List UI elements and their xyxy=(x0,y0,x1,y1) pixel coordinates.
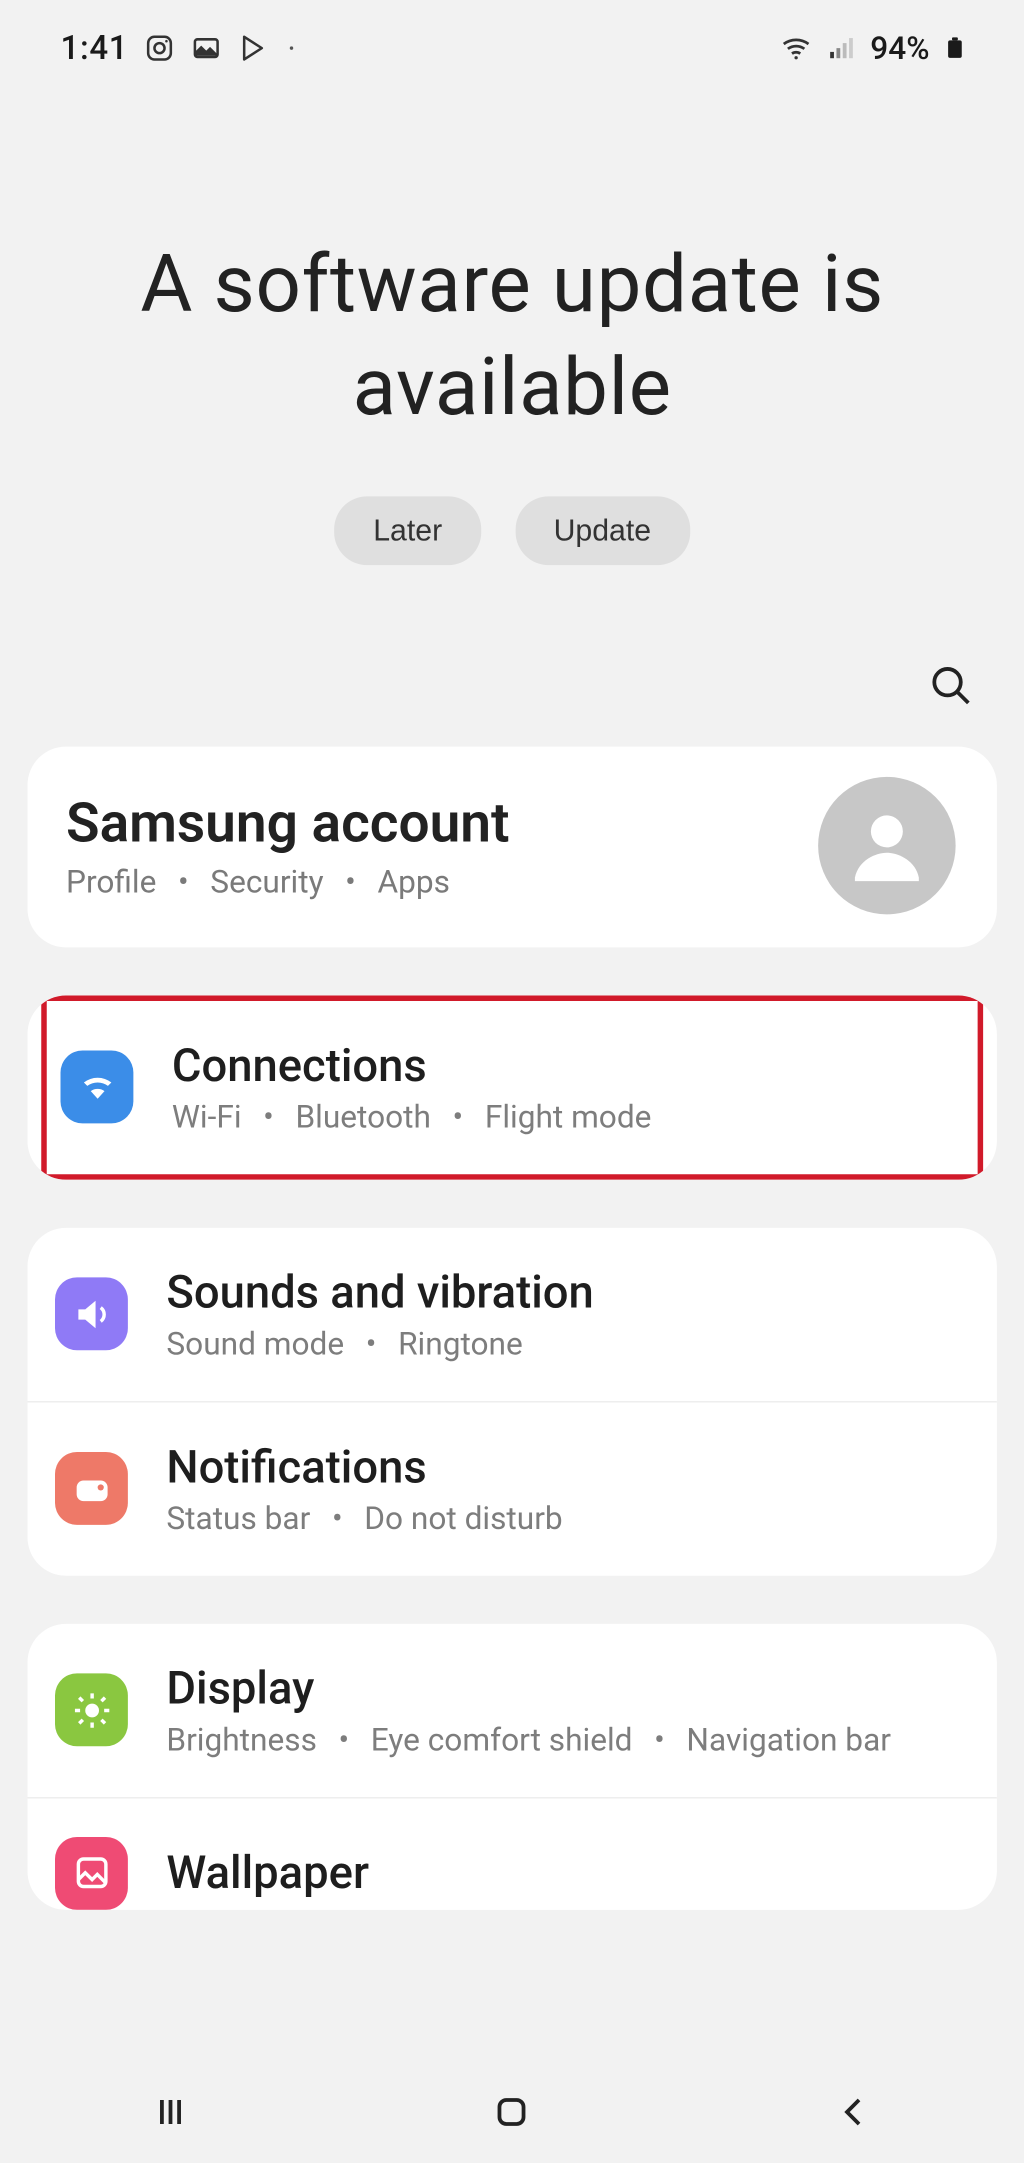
later-button[interactable]: Later xyxy=(335,496,481,565)
account-sub-profile: Profile xyxy=(66,863,156,900)
hero-actions: Later Update xyxy=(28,496,997,565)
nav-recents-icon[interactable] xyxy=(150,2091,191,2138)
sounds-sub-0: Sound mode xyxy=(166,1325,344,1362)
group-sounds-notifications: Sounds and vibration Sound mode • Ringto… xyxy=(28,1228,997,1576)
display-body: Display Brightness • Eye comfort shield … xyxy=(166,1662,969,1758)
row-sounds[interactable]: Sounds and vibration Sound mode • Ringto… xyxy=(28,1228,997,1401)
wallpaper-title: Wallpaper xyxy=(166,1846,969,1900)
hero-title-line1: A software update is xyxy=(140,238,884,332)
gallery-icon xyxy=(191,33,221,63)
account-sub-apps: Apps xyxy=(377,863,449,900)
search-row xyxy=(0,565,1024,712)
account-sub: Profile • Security • Apps xyxy=(66,863,509,900)
status-time: 1:41 xyxy=(61,29,129,68)
notifications-sub-0: Status bar xyxy=(166,1500,310,1537)
connections-sub-0: Wi-Fi xyxy=(172,1098,242,1135)
wallpaper-body: Wallpaper xyxy=(166,1846,969,1900)
status-left: 1:41 xyxy=(61,29,299,68)
display-icon xyxy=(55,1674,128,1747)
navigation-bar xyxy=(0,2067,1024,2163)
notifications-body: Notifications Status bar • Do not distur… xyxy=(166,1441,969,1537)
group-display-wallpaper: Display Brightness • Eye comfort shield … xyxy=(28,1624,997,1910)
sounds-sub: Sound mode • Ringtone xyxy=(166,1325,969,1362)
sounds-title: Sounds and vibration xyxy=(166,1266,969,1320)
connections-sub-2: Flight mode xyxy=(485,1098,652,1135)
row-notifications[interactable]: Notifications Status bar • Do not distur… xyxy=(28,1401,997,1576)
display-sub: Brightness • Eye comfort shield • Naviga… xyxy=(166,1721,969,1758)
display-sub-1: Eye comfort shield xyxy=(371,1721,633,1758)
connections-title: Connections xyxy=(172,1039,964,1093)
settings-screen: 1:41 94% xyxy=(0,0,1024,2163)
display-sub-2: Navigation bar xyxy=(686,1721,891,1758)
hero-title: A software update is available xyxy=(28,234,997,441)
nav-back-icon[interactable] xyxy=(833,2091,874,2138)
wifi-setting-icon xyxy=(61,1051,134,1124)
sounds-sub-1: Ringtone xyxy=(398,1325,523,1362)
notifications-sub-1: Do not disturb xyxy=(364,1500,562,1537)
notifications-title: Notifications xyxy=(166,1441,969,1495)
playstore-icon xyxy=(238,33,268,63)
battery-percent: 94% xyxy=(870,30,929,67)
more-icon xyxy=(285,41,299,55)
group-connections: Connections Wi-Fi • Bluetooth • Flight m… xyxy=(28,995,997,1179)
signal-icon xyxy=(826,33,856,63)
status-right: 94% xyxy=(779,30,966,67)
status-bar: 1:41 94% xyxy=(0,0,1024,96)
hero-title-line2: available xyxy=(353,342,672,436)
connections-sub-1: Bluetooth xyxy=(295,1098,430,1135)
update-button[interactable]: Update xyxy=(515,496,690,565)
account-sub-security: Security xyxy=(210,863,323,900)
row-connections[interactable]: Connections Wi-Fi • Bluetooth • Flight m… xyxy=(47,1001,978,1174)
battery-icon xyxy=(943,30,966,66)
nav-home-icon[interactable] xyxy=(492,2091,533,2138)
account-text: Samsung account Profile • Security • App… xyxy=(66,790,509,900)
notifications-icon xyxy=(55,1452,128,1525)
search-icon[interactable] xyxy=(927,661,972,712)
row-display[interactable]: Display Brightness • Eye comfort shield … xyxy=(28,1624,997,1797)
account-title: Samsung account xyxy=(66,790,509,855)
wallpaper-icon xyxy=(55,1837,128,1910)
instagram-icon xyxy=(145,33,175,63)
avatar[interactable] xyxy=(818,777,956,915)
samsung-account-card[interactable]: Samsung account Profile • Security • App… xyxy=(28,746,997,947)
connections-body: Connections Wi-Fi • Bluetooth • Flight m… xyxy=(172,1039,964,1135)
sounds-body: Sounds and vibration Sound mode • Ringto… xyxy=(166,1266,969,1362)
notifications-sub: Status bar • Do not disturb xyxy=(166,1500,969,1537)
display-title: Display xyxy=(166,1662,969,1716)
wifi-icon xyxy=(779,32,812,65)
row-wallpaper[interactable]: Wallpaper xyxy=(28,1797,997,1910)
sound-icon xyxy=(55,1278,128,1351)
update-hero: A software update is available Later Upd… xyxy=(0,96,1024,565)
connections-sub: Wi-Fi • Bluetooth • Flight mode xyxy=(172,1098,964,1135)
connections-highlight: Connections Wi-Fi • Bluetooth • Flight m… xyxy=(41,995,983,1179)
display-sub-0: Brightness xyxy=(166,1721,317,1758)
